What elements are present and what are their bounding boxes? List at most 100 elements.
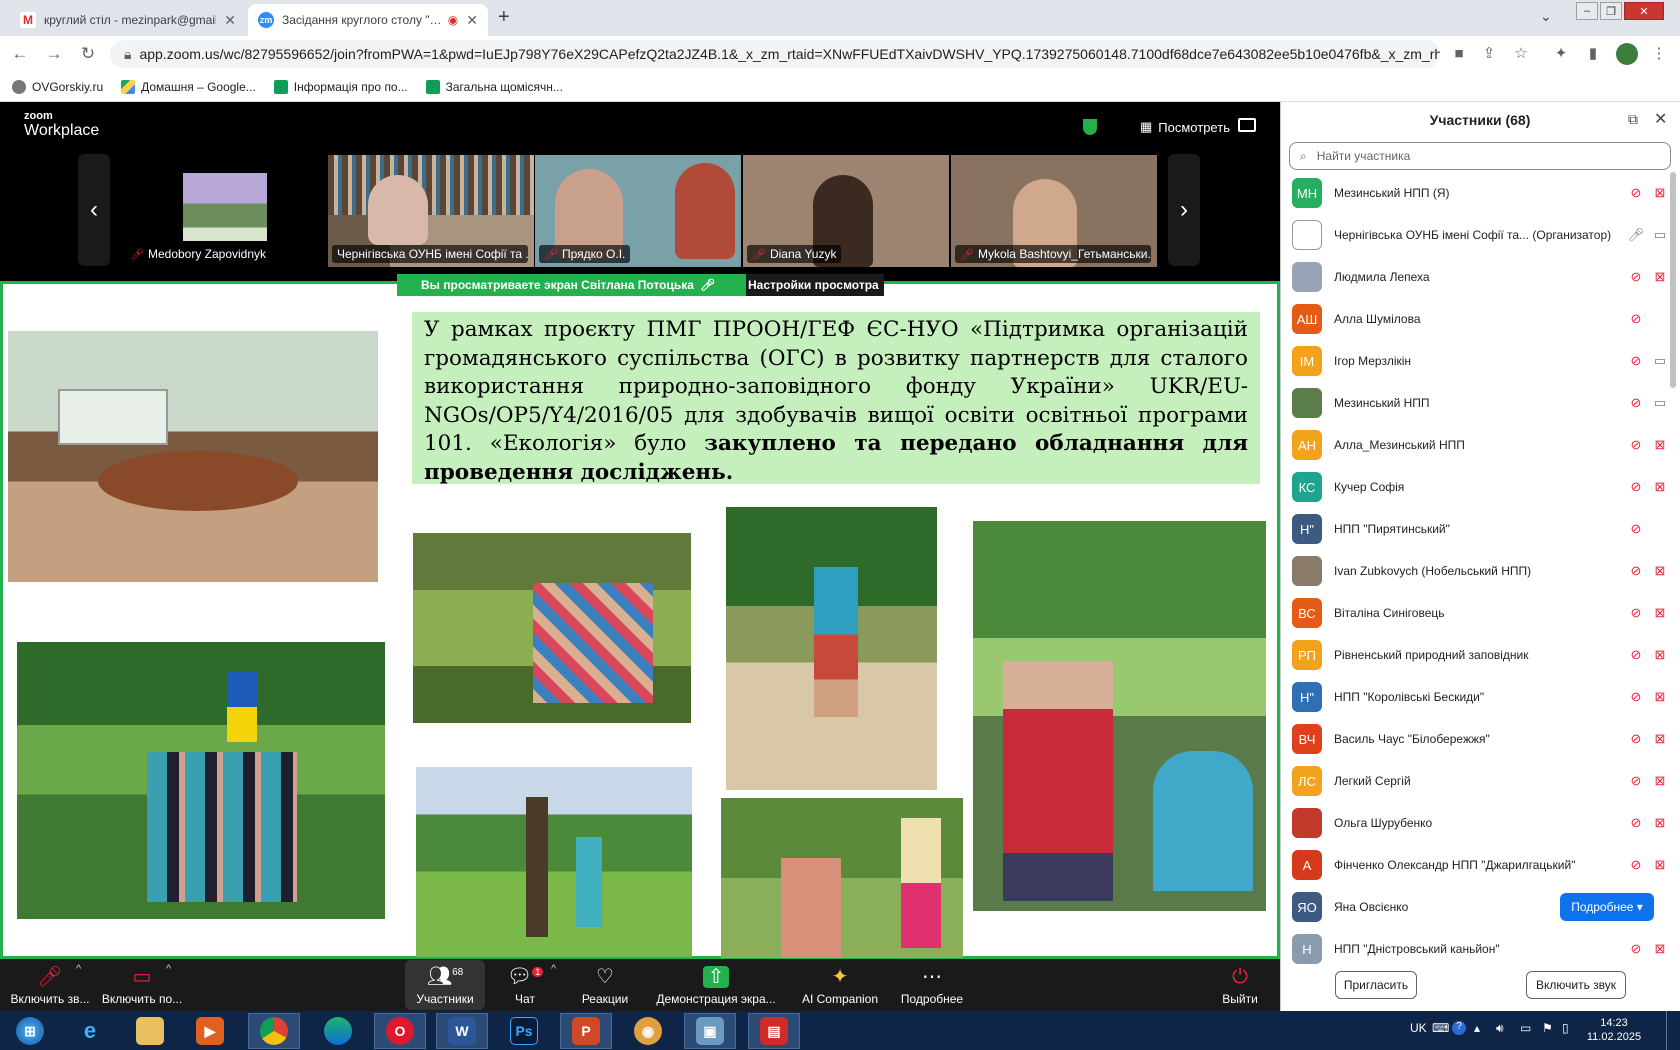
participant-row[interactable]: А Фінченко Олександр НПП "Джарилгацький" ⊘… (1280, 844, 1670, 886)
caret-up-icon[interactable]: ^ (551, 963, 556, 975)
participant-row[interactable]: ВС Віталіна Синіговець ⊘ ⊠ (1280, 592, 1670, 634)
next-page-icon[interactable]: › (1168, 154, 1200, 266)
participant-row[interactable]: ВЧ Василь Чаус "Білобережжя" ⊘ ⊠ (1280, 718, 1670, 760)
taskbar-media[interactable]: ▶ (184, 1013, 236, 1049)
profile-avatar[interactable] (1616, 43, 1638, 65)
taskbar-ie[interactable]: e (64, 1013, 116, 1049)
view-button[interactable]: ▦ Посмотреть (1140, 119, 1230, 135)
taskbar-word[interactable]: W (436, 1013, 488, 1049)
participant-row[interactable]: Н" НПП "Королівські Бескиди" ⊘ ⊠ (1280, 676, 1670, 718)
taskbar-toolbox[interactable]: ▤ (748, 1013, 800, 1049)
mic-muted-icon: ⊘ (1630, 395, 1642, 410)
scrollbar[interactable] (1670, 172, 1676, 388)
video-tile[interactable]: 🎤︎ Medobory Zapovidnyk (121, 155, 327, 267)
bookmark-item[interactable]: Домашня – Google... (121, 79, 256, 94)
video-tile[interactable]: Чернігівська ОУНБ імені Софії та ... (328, 155, 534, 267)
caret-up-icon[interactable]: ^ (76, 963, 81, 975)
taskbar-edge[interactable] (312, 1013, 364, 1049)
close-icon[interactable]: ✕ (1654, 109, 1667, 129)
show-desktop-button[interactable] (1666, 1011, 1680, 1050)
share-screen-button[interactable]: ⇧ Демонстрация экра... (656, 960, 776, 1010)
minimize-button[interactable]: – (1576, 2, 1598, 20)
participant-row[interactable]: Людмила Лепеха ⊘ ⊠ (1280, 256, 1670, 298)
video-tile[interactable]: 🎤︎ Прядко О.І. (535, 155, 741, 267)
reload-icon[interactable]: ↻ (74, 44, 102, 64)
avatar: ВЧ (1292, 724, 1322, 754)
caret-up-icon[interactable]: ^ (166, 963, 171, 975)
participant-row[interactable]: Чернігівська ОУНБ імені Софії та... (Орг… (1280, 214, 1670, 256)
tray-arrow-icon[interactable]: ▴ (1474, 1021, 1480, 1035)
participant-more-button[interactable]: Подробнее ▾ (1560, 893, 1654, 921)
participant-row[interactable]: КС Кучер Софія ⊘ ⊠ (1280, 466, 1670, 508)
start-video-button[interactable]: ▭ Включить по... (100, 960, 184, 1010)
browser-tab-gmail[interactable]: M круглий стіл - mezinpark@gmail ✕ (10, 4, 246, 36)
new-tab-button[interactable]: + (498, 6, 510, 29)
help-icon[interactable]: ? (1452, 1021, 1466, 1035)
bookmark-item[interactable]: Загальна щомісячн... (425, 79, 563, 94)
reactions-button[interactable]: ♡ Реакции (580, 960, 630, 1010)
video-tile[interactable]: 🎤︎ Diana Yuzyk (743, 155, 949, 267)
bookmark-star-icon[interactable]: ☆ (1512, 45, 1530, 63)
taskbar-control[interactable]: ▣ (684, 1013, 736, 1049)
participant-row[interactable]: РП Рівненський природний заповідник ⊘ ⊠ (1280, 634, 1670, 676)
taskbar-app[interactable]: ◉ (622, 1013, 674, 1049)
restore-button[interactable]: ❐ (1600, 2, 1622, 20)
flag-icon[interactable]: ⚑ (1542, 1021, 1553, 1035)
more-button[interactable]: ⋯ Подробнее (900, 960, 964, 1010)
security-shield-icon[interactable] (1083, 119, 1097, 135)
share-banner: Вы просматриваете экран Світлана Потоцьк… (397, 274, 755, 296)
participant-row[interactable]: АШ Алла Шумілова ⊘ (1280, 298, 1670, 340)
back-icon[interactable]: ← (6, 44, 34, 64)
prev-page-icon[interactable]: ‹ (78, 154, 110, 266)
participant-row[interactable]: Ольга Шурубенко ⊘ ⊠ (1280, 802, 1670, 844)
participant-row[interactable]: Мезинський НПП ⊘ ▭ (1280, 382, 1670, 424)
view-settings-button[interactable]: Настройки просмотра (746, 274, 884, 296)
participant-row[interactable]: ІМ Ігор Мерзлікін ⊘ ▭ (1280, 340, 1670, 382)
unmute-me-button[interactable]: Включить звук (1526, 971, 1626, 999)
leave-button[interactable]: ⏻ Выйти (1220, 960, 1260, 1010)
taskbar-opera[interactable]: O (374, 1013, 426, 1049)
taskbar-powerpoint[interactable]: P (560, 1013, 612, 1049)
volume-icon[interactable]: 🔊︎ (1496, 1021, 1504, 1036)
taskbar-photoshop[interactable]: Ps (498, 1013, 550, 1049)
side-panel-icon[interactable]: ▮ (1584, 45, 1602, 63)
ai-companion-button[interactable]: ✦ AI Companion (800, 960, 880, 1010)
participant-search-input[interactable]: ⌕ Найти участника (1289, 142, 1671, 170)
language-indicator[interactable]: UK (1410, 1021, 1427, 1035)
photo-boy-wheel (726, 507, 937, 790)
network-icon[interactable]: ▭ (1520, 1021, 1531, 1035)
participant-row[interactable]: МН Мезинський НПП (Я) ⊘ ⊠ (1280, 172, 1670, 214)
bookmark-item[interactable]: Інформація про по... (273, 79, 408, 94)
bookmark-item[interactable]: OVGorskiy.ru (12, 79, 103, 94)
forward-icon[interactable]: → (40, 44, 68, 64)
camera-blocked-icon[interactable]: ■ (1450, 45, 1468, 63)
close-icon[interactable]: ✕ (466, 12, 478, 29)
keyboard-icon[interactable]: ⌨ (1432, 1021, 1449, 1035)
invite-button[interactable]: Пригласить (1335, 971, 1417, 999)
avatar: Н (1292, 934, 1322, 964)
popout-icon[interactable]: ⧉ (1628, 111, 1638, 128)
participants-button[interactable]: 👥︎68 Участники (405, 960, 485, 1010)
tab-search-icon[interactable]: ⌄ (1540, 8, 1552, 25)
system-clock[interactable]: 14:23 11.02.2025 (1584, 1016, 1644, 1044)
close-window-button[interactable]: ✕ (1624, 2, 1664, 20)
menu-icon[interactable]: ⋮ (1650, 45, 1668, 63)
participant-row[interactable]: ЛС Легкий Сергій ⊘ ⊠ (1280, 760, 1670, 802)
layout-icon[interactable] (1238, 118, 1256, 132)
share-icon[interactable]: ⇪ (1480, 45, 1498, 63)
participant-row[interactable]: АН Алла_Мезинський НПП ⊘ ⊠ (1280, 424, 1670, 466)
participant-row[interactable]: Н НПП "Дністровський каньйон" ⊘ ⊠ (1280, 928, 1670, 970)
participant-row[interactable]: Н" НПП "Пирятинський" ⊘ (1280, 508, 1670, 550)
extensions-icon[interactable]: ✦ (1552, 45, 1570, 63)
taskbar-chrome[interactable] (248, 1013, 300, 1049)
address-bar[interactable]: 🔒︎ app.zoom.us/wc/82795596652/join?fromP… (110, 40, 1440, 68)
video-tile[interactable]: 🎤︎ Mykola Bashtovyi_Гетьманськи... (951, 155, 1157, 267)
close-icon[interactable]: ✕ (224, 12, 236, 29)
chat-button[interactable]: 💬︎ 1 Чат (505, 960, 545, 1010)
taskbar-explorer[interactable] (124, 1013, 176, 1049)
battery-icon[interactable]: ▯ (1562, 1021, 1569, 1035)
photo-group-forest (721, 798, 963, 958)
browser-tab-zoom[interactable]: zm Засідання круглого столу "… ◉ ✕ (248, 4, 488, 36)
start-button[interactable]: ⊞ (4, 1013, 56, 1049)
participant-row[interactable]: Ivan Zubkovych (Нобельський НПП) ⊘ ⊠ (1280, 550, 1670, 592)
